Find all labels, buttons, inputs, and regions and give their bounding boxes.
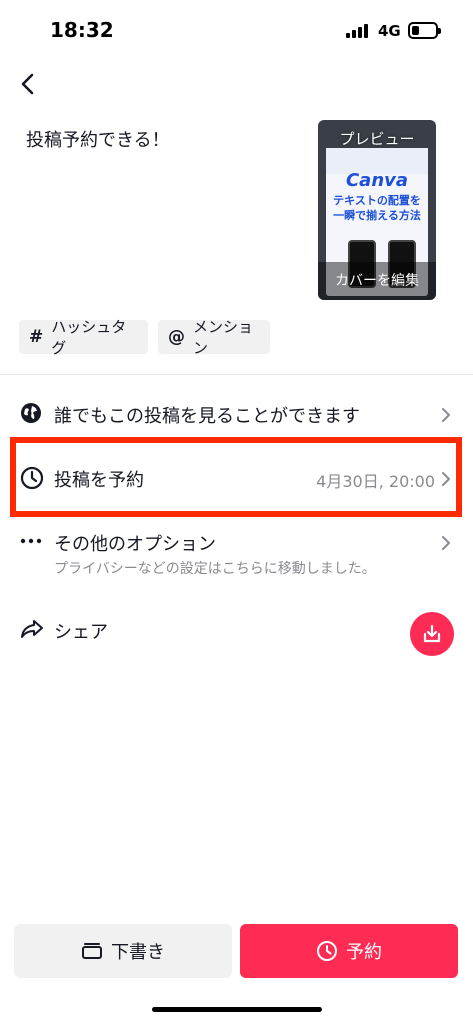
- globe-icon: [21, 403, 41, 423]
- post-caption[interactable]: 投稿予約できる！: [26, 126, 170, 152]
- other-options-label: その他のオプション: [54, 534, 216, 555]
- draft-label: 下書き: [111, 942, 165, 963]
- clock-icon: [317, 941, 337, 961]
- schedule-button-label: 予約: [346, 942, 382, 963]
- network-type: 4G: [378, 22, 401, 40]
- privacy-setting-row[interactable]: 誰でもこの投稿を見ることができます: [0, 396, 473, 432]
- home-indicator: [152, 1007, 322, 1012]
- schedule-label: 投稿を予約: [54, 470, 144, 491]
- download-button[interactable]: [410, 612, 454, 656]
- share-row[interactable]: シェア: [0, 612, 473, 652]
- chevron-right-icon: [442, 536, 450, 550]
- share-label: シェア: [54, 622, 108, 643]
- draft-button[interactable]: 下書き: [14, 924, 232, 978]
- share-arrow-icon: [21, 620, 43, 638]
- clock-icon: [20, 466, 44, 490]
- thumbnail-title: Canva: [345, 170, 409, 191]
- other-options-description: プライバシーなどの設定はこちらに移動しました。: [54, 561, 376, 577]
- chevron-right-icon: [442, 472, 450, 486]
- download-icon: [423, 624, 441, 643]
- chevron-left-icon: [21, 73, 34, 95]
- hashtag-button[interactable]: # ハッシュタグ: [19, 318, 148, 357]
- mention-button[interactable]: @ メンション: [158, 318, 270, 357]
- cover-thumbnail[interactable]: Canva テキストの配置を 一瞬で揃える方法 プレビュー カバーを編集: [318, 120, 436, 300]
- draft-box-icon: [82, 943, 102, 959]
- battery-icon: [408, 22, 441, 39]
- hashtag-label: ハッシュタグ: [51, 318, 127, 357]
- back-button[interactable]: [12, 68, 44, 100]
- battery-fill: [412, 26, 419, 35]
- other-options-row[interactable]: その他のオプション プライバシーなどの設定はこちらに移動しました。: [0, 528, 473, 578]
- schedule-datetime: 4月30日, 20:00: [316, 472, 435, 491]
- thumbnail-line-2: 一瞬で揃える方法: [333, 209, 421, 222]
- mention-label: メンション: [193, 318, 254, 357]
- chevron-right-icon: [442, 408, 450, 422]
- at-icon: @: [168, 327, 185, 347]
- preview-label[interactable]: プレビュー: [318, 128, 436, 149]
- thumbnail-line-1: テキストの配置を: [333, 194, 421, 207]
- privacy-label: 誰でもこの投稿を見ることができます: [54, 406, 360, 427]
- schedule-post-row[interactable]: 投稿を予約 4月30日, 20:00: [0, 462, 473, 498]
- schedule-button[interactable]: 予約: [240, 924, 458, 978]
- divider: [0, 374, 473, 375]
- cellular-signal-icon: [346, 24, 372, 38]
- more-dots-icon: [20, 538, 42, 544]
- status-time: 18:32: [50, 18, 114, 42]
- hash-icon: #: [29, 327, 44, 347]
- edit-cover-button[interactable]: カバーを編集: [318, 262, 436, 300]
- status-bar: 18:32 4G: [0, 0, 473, 60]
